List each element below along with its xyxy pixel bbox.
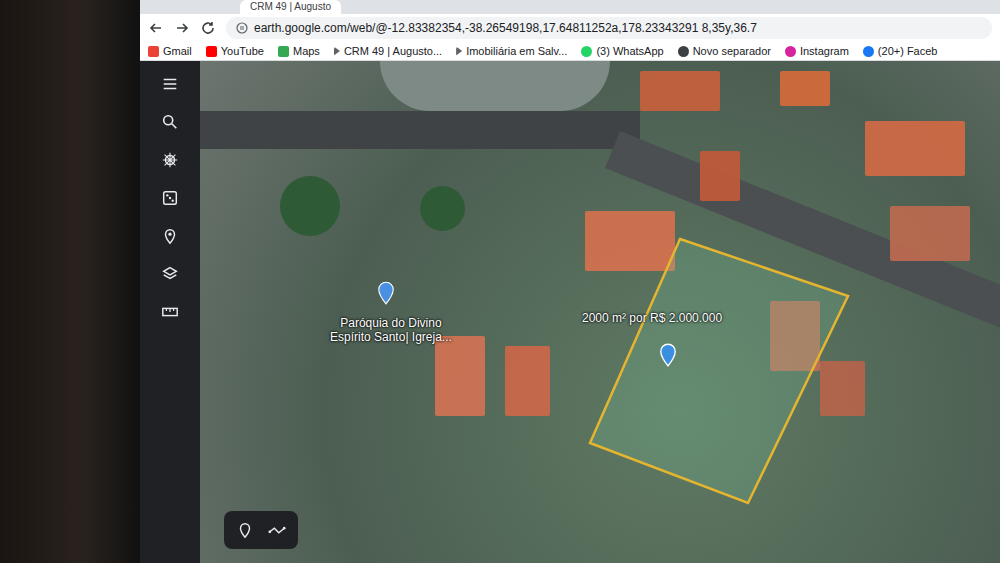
site-info-icon[interactable] bbox=[236, 22, 248, 34]
bookmark[interactable]: Gmail bbox=[148, 45, 192, 57]
voyager-wheel-icon[interactable] bbox=[161, 151, 179, 169]
roof bbox=[640, 71, 720, 111]
bookmark[interactable]: CRM 49 | Augusto... bbox=[334, 45, 442, 57]
draw-path-icon[interactable] bbox=[268, 521, 286, 539]
bookmarks-bar: Gmail YouTube Maps CRM 49 | Augusto... Imobi… bbox=[140, 42, 1000, 61]
roof bbox=[820, 361, 865, 416]
bookmark[interactable]: (20+) Faceb bbox=[863, 45, 938, 57]
dice-icon[interactable] bbox=[161, 189, 179, 207]
reload-icon[interactable] bbox=[200, 20, 216, 36]
roof bbox=[585, 211, 675, 271]
tree bbox=[420, 186, 465, 231]
url-text: earth.google.com/web/@-12.83382354,-38.2… bbox=[254, 21, 757, 35]
bookmark-icon bbox=[456, 47, 462, 56]
bookmark-icon bbox=[334, 47, 340, 56]
address-field[interactable]: earth.google.com/web/@-12.83382354,-38.2… bbox=[226, 17, 992, 39]
listing-label[interactable]: 2000 m² por R$ 2.000.000 bbox=[582, 311, 722, 325]
place-pin-icon[interactable] bbox=[161, 227, 179, 245]
road bbox=[200, 111, 640, 149]
place-pin-icon[interactable] bbox=[377, 281, 395, 305]
tree bbox=[280, 176, 340, 236]
bookmark-icon bbox=[678, 46, 689, 57]
add-placemark-icon[interactable] bbox=[236, 521, 254, 539]
listing-pin-icon[interactable] bbox=[659, 343, 677, 367]
ruler-icon[interactable] bbox=[161, 303, 179, 321]
google-earth-app: Paróquia do DivinoEspírito Santo| Igreja… bbox=[140, 61, 1000, 563]
bookmark-icon bbox=[785, 46, 796, 57]
bookmark[interactable]: (3) WhatsApp bbox=[581, 45, 663, 57]
bookmark[interactable]: Maps bbox=[278, 45, 320, 57]
earth-side-rail bbox=[140, 61, 200, 563]
photo-of-screen: CRM 49 | Augusto earth.google.com/web/@-1… bbox=[0, 0, 1000, 563]
map-toolbar bbox=[224, 511, 298, 549]
menu-icon[interactable] bbox=[161, 75, 179, 93]
roof bbox=[865, 121, 965, 176]
forward-icon[interactable] bbox=[174, 20, 190, 36]
roof bbox=[435, 336, 485, 416]
tab-strip: CRM 49 | Augusto bbox=[140, 0, 1000, 14]
roof bbox=[700, 151, 740, 201]
satellite-map[interactable]: Paróquia do DivinoEspírito Santo| Igreja… bbox=[200, 61, 1000, 563]
bookmark[interactable]: Novo separador bbox=[678, 45, 771, 57]
roof bbox=[505, 346, 550, 416]
parcel-outline[interactable] bbox=[200, 61, 1000, 554]
back-icon[interactable] bbox=[148, 20, 164, 36]
bookmark-icon bbox=[581, 46, 592, 57]
monitor-bezel bbox=[0, 0, 140, 563]
browser-tab[interactable]: CRM 49 | Augusto bbox=[240, 0, 341, 14]
bookmark-icon bbox=[278, 46, 289, 57]
layers-icon[interactable] bbox=[161, 265, 179, 283]
browser-window: CRM 49 | Augusto earth.google.com/web/@-1… bbox=[140, 0, 1000, 563]
roof bbox=[780, 71, 830, 106]
plaza bbox=[380, 61, 610, 111]
search-icon[interactable] bbox=[161, 113, 179, 131]
bookmark-icon bbox=[148, 46, 159, 57]
bookmark-icon bbox=[206, 46, 217, 57]
bookmark[interactable]: YouTube bbox=[206, 45, 264, 57]
address-bar-row: earth.google.com/web/@-12.83382354,-38.2… bbox=[140, 14, 1000, 42]
place-label[interactable]: Paróquia do DivinoEspírito Santo| Igreja… bbox=[330, 316, 452, 344]
bookmark[interactable]: Imobiliária em Salv... bbox=[456, 45, 567, 57]
roof bbox=[890, 206, 970, 261]
bookmark-icon bbox=[863, 46, 874, 57]
bookmark[interactable]: Instagram bbox=[785, 45, 849, 57]
